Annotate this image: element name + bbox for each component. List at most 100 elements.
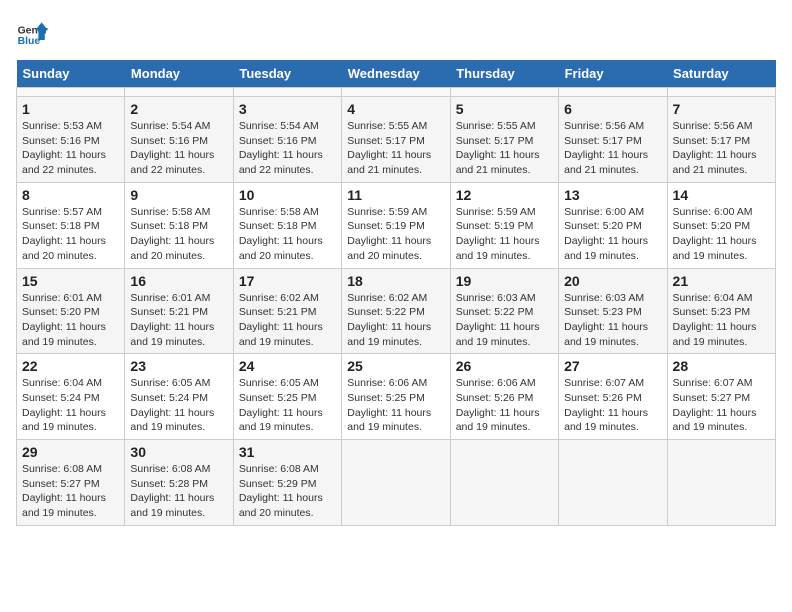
calendar-cell: 15 Sunrise: 6:01 AM Sunset: 5:20 PM Dayli… [17, 268, 125, 354]
column-header-wednesday: Wednesday [342, 60, 450, 88]
day-content: Sunrise: 5:54 AM Sunset: 5:16 PM Dayligh… [130, 119, 227, 178]
calendar-week-row: 8Sunrise: 5:57 AM Sunset: 5:18 PM Daylig… [17, 182, 776, 268]
day-number: 19 [456, 273, 553, 289]
calendar-cell: 27 Sunrise: 6:07 AM Sunset: 5:26 PM Dayli… [559, 354, 667, 440]
calendar-week-row: 1 Sunrise: 5:53 AM Sunset: 5:16 PM Daylig… [17, 97, 776, 183]
calendar-week-row: 15 Sunrise: 6:01 AM Sunset: 5:20 PM Dayli… [17, 268, 776, 354]
day-content: Sunrise: 6:03 AM Sunset: 5:23 PM Dayligh… [564, 291, 661, 350]
day-number: 17 [239, 273, 336, 289]
day-number: 5 [456, 101, 553, 117]
calendar-cell: 21Sunrise: 6:04 AM Sunset: 5:23 PM Dayli… [667, 268, 775, 354]
day-number: 22 [22, 358, 119, 374]
day-number: 14 [673, 187, 770, 203]
day-content: Sunrise: 5:59 AM Sunset: 5:19 PM Dayligh… [347, 205, 444, 264]
calendar-cell: 24 Sunrise: 6:05 AM Sunset: 5:25 PM Dayli… [233, 354, 341, 440]
day-number: 9 [130, 187, 227, 203]
day-number: 2 [130, 101, 227, 117]
day-content: Sunrise: 6:04 AM Sunset: 5:23 PM Dayligh… [673, 291, 770, 350]
day-number: 20 [564, 273, 661, 289]
day-content: Sunrise: 6:05 AM Sunset: 5:25 PM Dayligh… [239, 376, 336, 435]
calendar-week-row [17, 88, 776, 97]
calendar-cell: 3 Sunrise: 5:54 AM Sunset: 5:16 PM Daylig… [233, 97, 341, 183]
column-header-monday: Monday [125, 60, 233, 88]
day-number: 11 [347, 187, 444, 203]
page-header: General Blue [16, 16, 776, 48]
day-content: Sunrise: 6:00 AM Sunset: 5:20 PM Dayligh… [673, 205, 770, 264]
calendar-cell: 6Sunrise: 5:56 AM Sunset: 5:17 PM Daylig… [559, 97, 667, 183]
day-number: 7 [673, 101, 770, 117]
calendar-cell: 31Sunrise: 6:08 AM Sunset: 5:29 PM Dayli… [233, 440, 341, 526]
calendar-cell [667, 440, 775, 526]
day-number: 29 [22, 444, 119, 460]
calendar-cell: 9 Sunrise: 5:58 AM Sunset: 5:18 PM Daylig… [125, 182, 233, 268]
day-content: Sunrise: 6:08 AM Sunset: 5:29 PM Dayligh… [239, 462, 336, 521]
day-number: 15 [22, 273, 119, 289]
day-content: Sunrise: 5:58 AM Sunset: 5:18 PM Dayligh… [130, 205, 227, 264]
calendar-cell: 18Sunrise: 6:02 AM Sunset: 5:22 PM Dayli… [342, 268, 450, 354]
day-number: 13 [564, 187, 661, 203]
calendar-cell [559, 88, 667, 97]
calendar-cell [559, 440, 667, 526]
calendar-cell: 12 Sunrise: 5:59 AM Sunset: 5:19 PM Dayli… [450, 182, 558, 268]
day-content: Sunrise: 5:56 AM Sunset: 5:17 PM Dayligh… [564, 119, 661, 178]
calendar-cell: 1 Sunrise: 5:53 AM Sunset: 5:16 PM Daylig… [17, 97, 125, 183]
day-number: 30 [130, 444, 227, 460]
day-content: Sunrise: 6:01 AM Sunset: 5:20 PM Dayligh… [22, 291, 119, 350]
day-content: Sunrise: 6:02 AM Sunset: 5:21 PM Dayligh… [239, 291, 336, 350]
day-number: 25 [347, 358, 444, 374]
calendar-cell: 10Sunrise: 5:58 AM Sunset: 5:18 PM Dayli… [233, 182, 341, 268]
day-number: 28 [673, 358, 770, 374]
day-number: 12 [456, 187, 553, 203]
day-content: Sunrise: 6:06 AM Sunset: 5:26 PM Dayligh… [456, 376, 553, 435]
calendar-cell [17, 88, 125, 97]
column-header-friday: Friday [559, 60, 667, 88]
column-header-tuesday: Tuesday [233, 60, 341, 88]
day-content: Sunrise: 5:55 AM Sunset: 5:17 PM Dayligh… [347, 119, 444, 178]
day-content: Sunrise: 6:06 AM Sunset: 5:25 PM Dayligh… [347, 376, 444, 435]
day-number: 26 [456, 358, 553, 374]
column-header-sunday: Sunday [17, 60, 125, 88]
calendar-cell: 4Sunrise: 5:55 AM Sunset: 5:17 PM Daylig… [342, 97, 450, 183]
day-content: Sunrise: 6:00 AM Sunset: 5:20 PM Dayligh… [564, 205, 661, 264]
svg-text:Blue: Blue [18, 36, 41, 47]
calendar-cell: 19 Sunrise: 6:03 AM Sunset: 5:22 PM Dayli… [450, 268, 558, 354]
calendar-cell [450, 88, 558, 97]
calendar-cell [342, 440, 450, 526]
calendar-cell: 2 Sunrise: 5:54 AM Sunset: 5:16 PM Daylig… [125, 97, 233, 183]
calendar-week-row: 22Sunrise: 6:04 AM Sunset: 5:24 PM Dayli… [17, 354, 776, 440]
day-number: 24 [239, 358, 336, 374]
day-content: Sunrise: 5:53 AM Sunset: 5:16 PM Dayligh… [22, 119, 119, 178]
day-number: 27 [564, 358, 661, 374]
day-content: Sunrise: 6:07 AM Sunset: 5:27 PM Dayligh… [673, 376, 770, 435]
calendar-cell [342, 88, 450, 97]
logo: General Blue [16, 16, 48, 48]
calendar-cell [450, 440, 558, 526]
day-content: Sunrise: 6:02 AM Sunset: 5:22 PM Dayligh… [347, 291, 444, 350]
day-content: Sunrise: 6:01 AM Sunset: 5:21 PM Dayligh… [130, 291, 227, 350]
day-number: 3 [239, 101, 336, 117]
calendar-cell: 22Sunrise: 6:04 AM Sunset: 5:24 PM Dayli… [17, 354, 125, 440]
calendar-cell: 25 Sunrise: 6:06 AM Sunset: 5:25 PM Dayli… [342, 354, 450, 440]
day-number: 1 [22, 101, 119, 117]
day-content: Sunrise: 5:54 AM Sunset: 5:16 PM Dayligh… [239, 119, 336, 178]
calendar-cell: 5Sunrise: 5:55 AM Sunset: 5:17 PM Daylig… [450, 97, 558, 183]
logo-icon: General Blue [16, 16, 48, 48]
day-content: Sunrise: 6:08 AM Sunset: 5:27 PM Dayligh… [22, 462, 119, 521]
calendar-week-row: 29 Sunrise: 6:08 AM Sunset: 5:27 PM Dayli… [17, 440, 776, 526]
day-content: Sunrise: 6:05 AM Sunset: 5:24 PM Dayligh… [130, 376, 227, 435]
day-content: Sunrise: 6:07 AM Sunset: 5:26 PM Dayligh… [564, 376, 661, 435]
day-content: Sunrise: 5:57 AM Sunset: 5:18 PM Dayligh… [22, 205, 119, 264]
calendar-table: SundayMondayTuesdayWednesdayThursdayFrid… [16, 60, 776, 526]
column-header-thursday: Thursday [450, 60, 558, 88]
calendar-cell: 17 Sunrise: 6:02 AM Sunset: 5:21 PM Dayli… [233, 268, 341, 354]
day-number: 23 [130, 358, 227, 374]
calendar-cell: 14 Sunrise: 6:00 AM Sunset: 5:20 PM Dayli… [667, 182, 775, 268]
day-number: 10 [239, 187, 336, 203]
column-header-saturday: Saturday [667, 60, 775, 88]
calendar-cell [233, 88, 341, 97]
calendar-cell: 29 Sunrise: 6:08 AM Sunset: 5:27 PM Dayli… [17, 440, 125, 526]
day-content: Sunrise: 6:03 AM Sunset: 5:22 PM Dayligh… [456, 291, 553, 350]
calendar-header-row: SundayMondayTuesdayWednesdayThursdayFrid… [17, 60, 776, 88]
day-content: Sunrise: 5:59 AM Sunset: 5:19 PM Dayligh… [456, 205, 553, 264]
calendar-cell: 30Sunrise: 6:08 AM Sunset: 5:28 PM Dayli… [125, 440, 233, 526]
